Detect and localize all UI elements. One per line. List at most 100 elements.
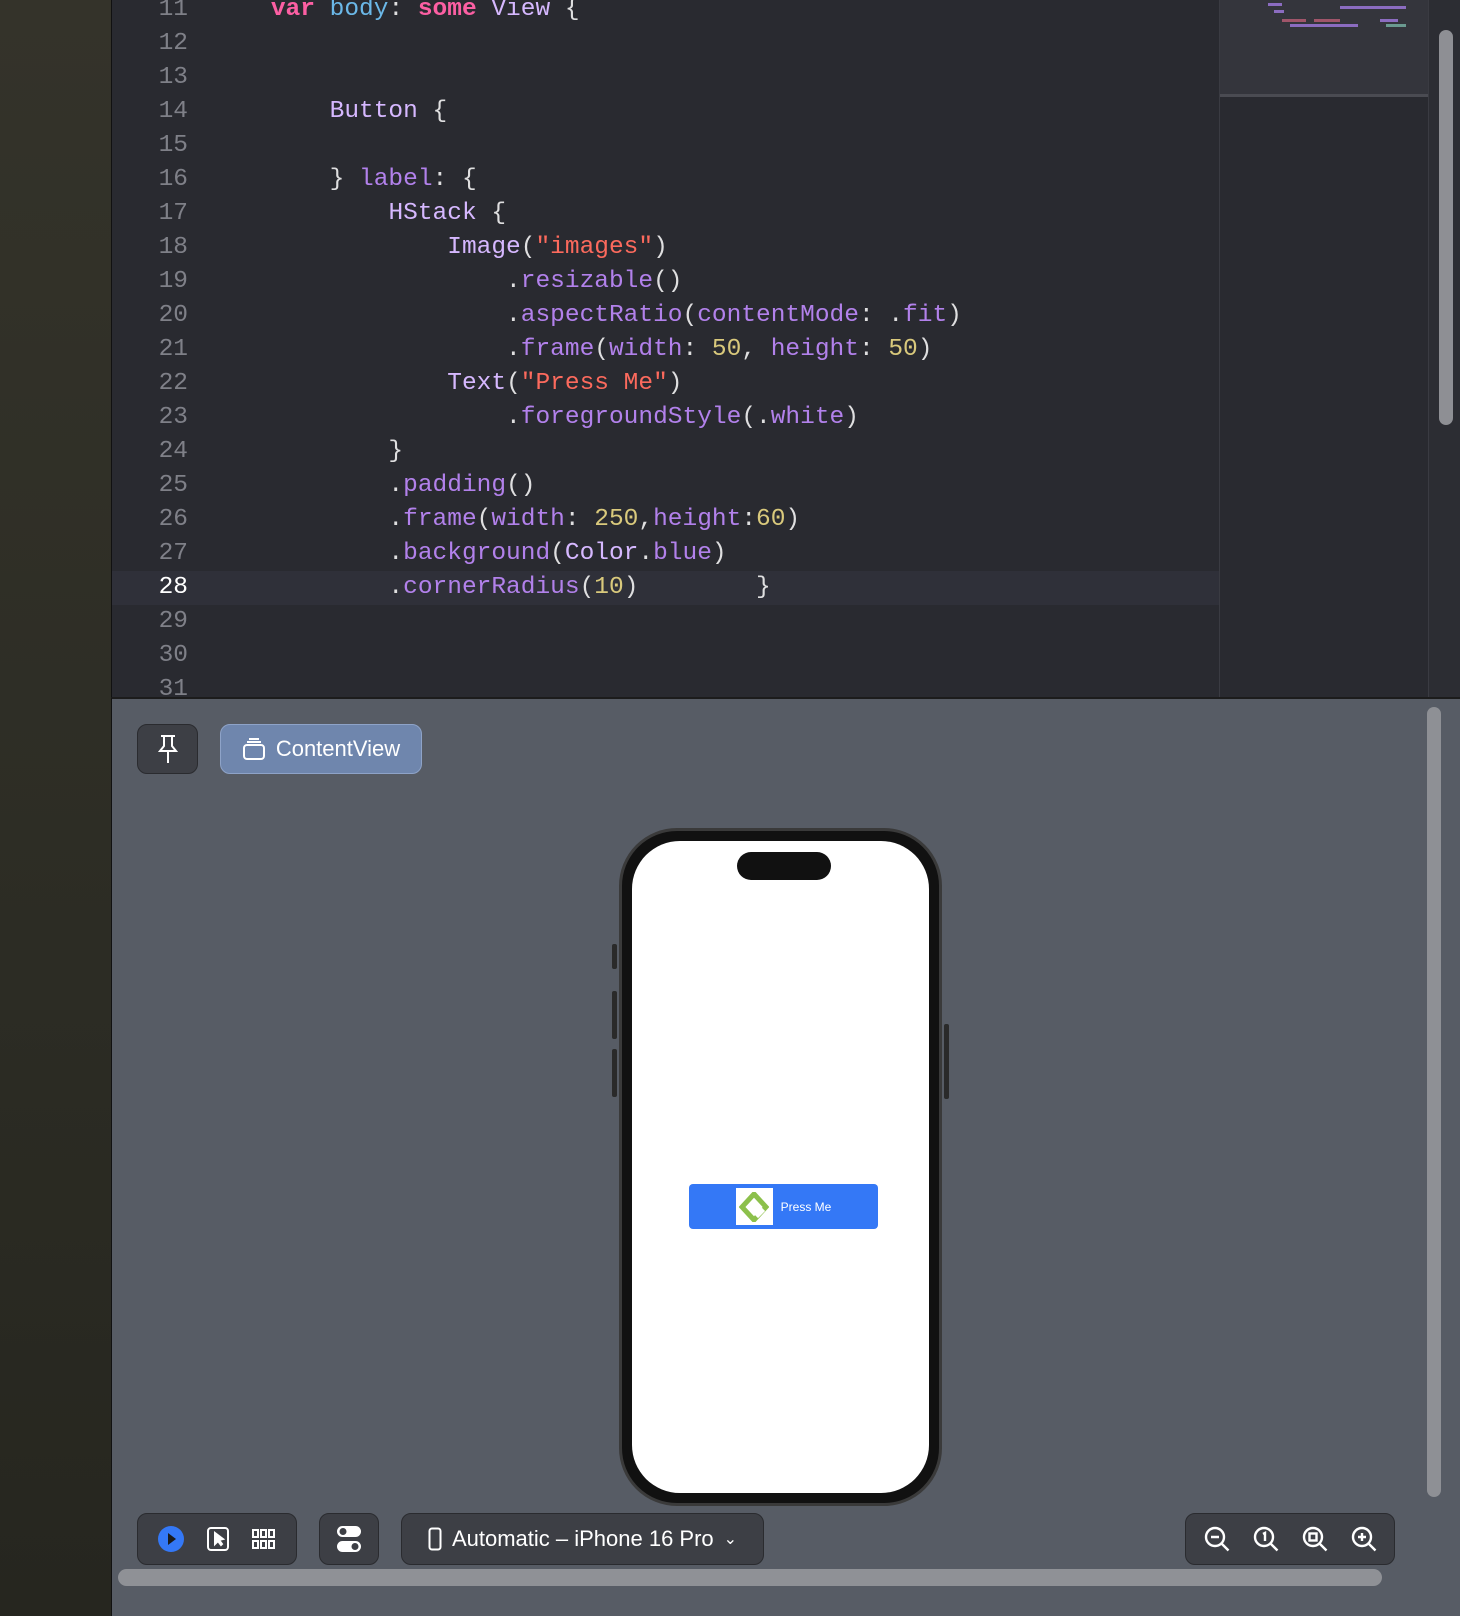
code-token: contentMode <box>697 302 859 329</box>
code-text: .resizable() <box>212 265 683 299</box>
code-text: var body: some View { <box>212 0 580 27</box>
line-number: 12 <box>158 30 188 57</box>
actual-size-icon[interactable] <box>1252 1525 1280 1553</box>
code-token: height <box>770 336 859 363</box>
preview-horizontal-scrollbar[interactable] <box>118 1569 1382 1586</box>
code-token: ) <box>653 234 668 261</box>
device-picker[interactable]: Automatic – iPhone 16 Pro ⌄ <box>401 1513 764 1565</box>
zoom-in-icon[interactable] <box>1350 1525 1378 1553</box>
code-token: , <box>741 336 771 363</box>
code-line[interactable]: 12 <box>112 27 1219 61</box>
preview-vertical-scrollbar[interactable] <box>1427 707 1441 1497</box>
code-token: "images" <box>535 234 654 261</box>
code-line[interactable]: 22 Text("Press Me") <box>112 367 1219 401</box>
code-token: 10 <box>594 574 624 601</box>
code-line[interactable]: 30 <box>112 639 1219 673</box>
pin-icon <box>157 735 178 763</box>
device-screen: Press Me <box>632 841 929 1493</box>
pin-preview-button[interactable] <box>137 724 198 774</box>
code-line[interactable]: 28 .cornerRadius(10) } <box>112 571 1219 605</box>
code-line[interactable]: 25 .padding() <box>112 469 1219 503</box>
code-line[interactable]: 18 Image("images") <box>112 231 1219 265</box>
code-token: Text <box>447 370 507 397</box>
code-token: : <box>858 336 889 363</box>
code-line[interactable]: 23 .foregroundStyle(.white) <box>112 401 1219 435</box>
code-line[interactable]: 21 .frame(width: 50, height: 50) <box>112 333 1219 367</box>
code-token: ) <box>785 506 801 533</box>
code-text: .frame(width: 50, height: 50) <box>212 333 932 367</box>
code-token: Image <box>447 234 521 261</box>
line-number: 18 <box>158 234 188 261</box>
code-text: Image("images") <box>212 231 668 265</box>
code-line[interactable]: 27 .background(Color.blue) <box>112 537 1219 571</box>
code-token: } <box>212 166 360 193</box>
code-line[interactable]: 26 .frame(width: 250,height:60) <box>112 503 1219 537</box>
code-line[interactable]: 14 Button { <box>112 95 1219 129</box>
code-token: 60 <box>756 506 786 533</box>
code-line[interactable]: 13 <box>112 61 1219 95</box>
zoom-out-icon[interactable] <box>1203 1525 1231 1553</box>
code-token: . <box>212 404 521 431</box>
code-text: .aspectRatio(contentMode: .fit) <box>212 299 962 333</box>
code-token: height <box>653 506 742 533</box>
code-line[interactable]: 24 } <box>112 435 1219 469</box>
code-token: : <box>741 506 757 533</box>
press-me-label: Press Me <box>780 1199 832 1214</box>
code-text: .foregroundStyle(.white) <box>212 401 859 435</box>
code-line[interactable]: 16 } label: { <box>112 163 1219 197</box>
code-token: ( <box>579 574 595 601</box>
content-view-button[interactable]: ContentView <box>220 724 422 774</box>
minimap-mark <box>1386 24 1406 27</box>
minimap-visible-region[interactable] <box>1220 0 1432 97</box>
power-button <box>944 1024 949 1099</box>
code-token: HStack <box>388 200 477 227</box>
images-logo-icon <box>735 1188 773 1225</box>
code-token: var <box>270 0 315 23</box>
editor-scroll-thumb[interactable] <box>1439 30 1453 425</box>
code-line[interactable]: 29 <box>112 605 1219 639</box>
press-me-button[interactable]: Press Me <box>689 1184 878 1229</box>
code-token: ( <box>506 370 521 397</box>
code-token: . <box>638 540 654 567</box>
code-token: frame <box>403 506 477 533</box>
code-editor[interactable]: 11 var body: some View {12 13 14 Button {1… <box>111 0 1460 703</box>
device-settings-button[interactable] <box>319 1513 379 1565</box>
iphone-icon <box>428 1527 442 1551</box>
editor-scrollbar[interactable] <box>1428 0 1460 697</box>
line-number: 30 <box>158 642 188 669</box>
code-token: ) <box>844 404 859 431</box>
line-number: 28 <box>158 574 188 601</box>
code-token: : . <box>858 302 904 329</box>
minimap-mark <box>1322 24 1358 27</box>
code-token: ( <box>520 234 536 261</box>
dynamic-island <box>737 852 831 880</box>
code-line[interactable]: 17 HStack { <box>112 197 1219 231</box>
code-line[interactable]: 15 <box>112 129 1219 163</box>
minimap[interactable] <box>1219 0 1432 697</box>
line-number: 29 <box>158 608 188 635</box>
line-number: 14 <box>158 98 188 125</box>
selectable-cursor-icon[interactable] <box>206 1526 230 1552</box>
code-token: : { <box>432 166 477 193</box>
code-line[interactable]: 11 var body: some View { <box>112 0 1219 27</box>
zoom-to-fit-icon[interactable] <box>1301 1525 1329 1553</box>
code-line[interactable]: 20 .aspectRatio(contentMode: .fit) <box>112 299 1219 333</box>
code-text: .frame(width: 250,height:60) <box>212 503 800 537</box>
line-number: 23 <box>158 404 188 431</box>
toggle-settings-icon <box>337 1526 361 1552</box>
live-play-icon[interactable] <box>157 1525 185 1553</box>
code-token: white <box>770 404 845 431</box>
code-token: blue <box>653 540 712 567</box>
code-token: ( <box>550 540 565 567</box>
code-line[interactable]: 19 .resizable() <box>112 265 1219 299</box>
code-text: Text("Press Me") <box>212 367 682 401</box>
preview-bottom-toolbar: Automatic – iPhone 16 Pro ⌄ <box>112 1499 1460 1565</box>
code-token: , <box>638 506 654 533</box>
code-token: () <box>653 268 683 295</box>
variants-grid-icon[interactable] <box>251 1528 277 1550</box>
